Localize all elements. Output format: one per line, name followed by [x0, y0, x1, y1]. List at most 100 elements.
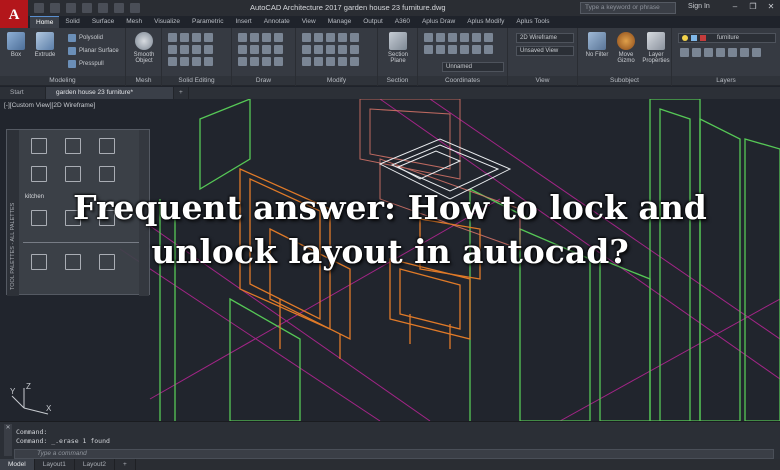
circle-icon[interactable]	[274, 33, 283, 42]
new-tab-button[interactable]: +	[174, 87, 189, 99]
tab-solid[interactable]: Solid	[59, 16, 85, 28]
smooth-object-button[interactable]: Smooth Object	[130, 32, 158, 64]
explode-icon[interactable]	[314, 57, 323, 66]
restore-icon[interactable]: ❐	[748, 2, 758, 12]
mirror-icon[interactable]	[338, 33, 347, 42]
tab-aplus-draw[interactable]: Aplus Draw	[416, 16, 461, 28]
tab-view[interactable]: View	[296, 16, 322, 28]
move-icon[interactable]	[302, 33, 311, 42]
palette-item-cabinet-3[interactable]	[65, 166, 81, 182]
doc-tab-garden-house[interactable]: garden house 23 furniture*	[46, 87, 174, 99]
undo-icon[interactable]	[114, 3, 124, 13]
ucs-z-axis-icon[interactable]	[460, 33, 469, 42]
minimize-icon[interactable]: –	[730, 2, 740, 12]
region-icon[interactable]	[262, 57, 271, 66]
command-input[interactable]: Type a command	[14, 449, 774, 459]
align-icon[interactable]	[326, 57, 335, 66]
ucs-y-icon[interactable]	[424, 45, 433, 54]
chamfer-edge-icon[interactable]	[180, 57, 189, 66]
intersect-icon[interactable]	[192, 33, 201, 42]
box-button[interactable]: Box	[3, 32, 29, 58]
tab-annotate[interactable]: Annotate	[258, 16, 296, 28]
slice-icon[interactable]	[204, 33, 213, 42]
interfere-icon[interactable]	[168, 45, 177, 54]
layer-isolate-icon[interactable]	[704, 48, 713, 57]
palette-item-sink[interactable]	[99, 138, 115, 154]
helix-icon[interactable]	[274, 57, 283, 66]
layer-match-icon[interactable]	[680, 48, 689, 57]
tab-a360[interactable]: A360	[389, 16, 416, 28]
ucs-icon[interactable]	[424, 33, 433, 42]
search-input[interactable]: Type a keyword or phrase	[580, 2, 676, 14]
tab-parametric[interactable]: Parametric	[186, 16, 229, 28]
fillet-icon[interactable]	[350, 33, 359, 42]
close-icon[interactable]: ✕	[766, 2, 776, 12]
ucs-x-icon[interactable]	[484, 33, 493, 42]
layer-lock-icon[interactable]	[740, 48, 749, 57]
imprint-icon[interactable]	[204, 45, 213, 54]
tab-aplus-tools[interactable]: Aplus Tools	[510, 16, 555, 28]
ellipse-icon[interactable]	[262, 45, 271, 54]
doc-tab-start[interactable]: Start	[0, 87, 46, 99]
tab-layout1[interactable]: Layout1	[35, 459, 75, 470]
tab-home[interactable]: Home	[30, 16, 60, 28]
layer-unlock-icon[interactable]	[752, 48, 761, 57]
sign-in-link[interactable]: Sign In	[688, 3, 710, 10]
tab-mesh[interactable]: Mesh	[120, 16, 148, 28]
union-icon[interactable]	[168, 33, 177, 42]
no-filter-button[interactable]: No Filter	[582, 32, 612, 58]
palette-item-cabinet-2[interactable]	[65, 138, 81, 154]
palette-item-fridge[interactable]	[31, 166, 47, 182]
open-icon[interactable]	[50, 3, 60, 13]
ucs-3point-icon[interactable]	[472, 33, 481, 42]
extract-edges-icon[interactable]	[192, 45, 201, 54]
point-icon[interactable]	[250, 57, 259, 66]
layer-properties-button[interactable]: Layer Properties	[642, 32, 670, 64]
trim-icon[interactable]	[350, 45, 359, 54]
add-layout-button[interactable]: +	[115, 459, 136, 470]
save-icon[interactable]	[66, 3, 76, 13]
visual-style-dropdown[interactable]: 2D Wireframe	[516, 33, 574, 43]
section-plane-button[interactable]: Section Plane	[384, 32, 412, 64]
layer-unisolate-icon[interactable]	[716, 48, 725, 57]
polygon-icon[interactable]	[250, 45, 259, 54]
move-gizmo-button[interactable]: Move Gizmo	[614, 32, 638, 64]
spline-icon[interactable]	[238, 57, 247, 66]
subtract-icon[interactable]	[180, 33, 189, 42]
polysolid-button[interactable]: Polysolid	[68, 34, 103, 42]
stretch-icon[interactable]	[302, 45, 311, 54]
presspull-button[interactable]: Presspull	[68, 60, 104, 68]
ucs-object-icon[interactable]	[460, 45, 469, 54]
ucs-z-icon[interactable]	[436, 45, 445, 54]
ucs-face-icon[interactable]	[472, 45, 481, 54]
tab-model[interactable]: Model	[0, 459, 35, 470]
hatch-icon[interactable]	[274, 45, 283, 54]
tab-layout2[interactable]: Layout2	[75, 459, 115, 470]
layer-off-icon[interactable]	[728, 48, 737, 57]
copy-icon[interactable]	[326, 33, 335, 42]
app-menu-button[interactable]: A	[0, 0, 28, 30]
tab-visualize[interactable]: Visualize	[148, 16, 186, 28]
palette-item-cabinet-4[interactable]	[99, 166, 115, 182]
ucs-previous-icon[interactable]	[484, 45, 493, 54]
viewport-label[interactable]: [-][Custom View][2D Wireframe]	[4, 102, 95, 109]
planar-surface-button[interactable]: Planar Surface	[68, 47, 119, 55]
3d-mirror-icon[interactable]	[338, 57, 347, 66]
command-close-icon[interactable]: ✕	[4, 424, 12, 456]
thicken-icon[interactable]	[180, 45, 189, 54]
array-icon[interactable]	[326, 45, 335, 54]
separate-icon[interactable]	[204, 57, 213, 66]
polyline-icon[interactable]	[250, 33, 259, 42]
tab-output[interactable]: Output	[357, 16, 389, 28]
fillet-edge-icon[interactable]	[168, 57, 177, 66]
arc-icon[interactable]	[262, 33, 271, 42]
palette-item-cabinet-1[interactable]	[31, 138, 47, 154]
plot-icon[interactable]	[98, 3, 108, 13]
erase-icon[interactable]	[302, 57, 311, 66]
layer-previous-icon[interactable]	[692, 48, 701, 57]
ucs-dropdown[interactable]: Unnamed	[442, 62, 504, 72]
new-icon[interactable]	[34, 3, 44, 13]
view-dropdown[interactable]: Unsaved View	[516, 46, 574, 56]
tab-aplus-modify[interactable]: Aplus Modify	[461, 16, 510, 28]
offset-icon[interactable]	[338, 45, 347, 54]
